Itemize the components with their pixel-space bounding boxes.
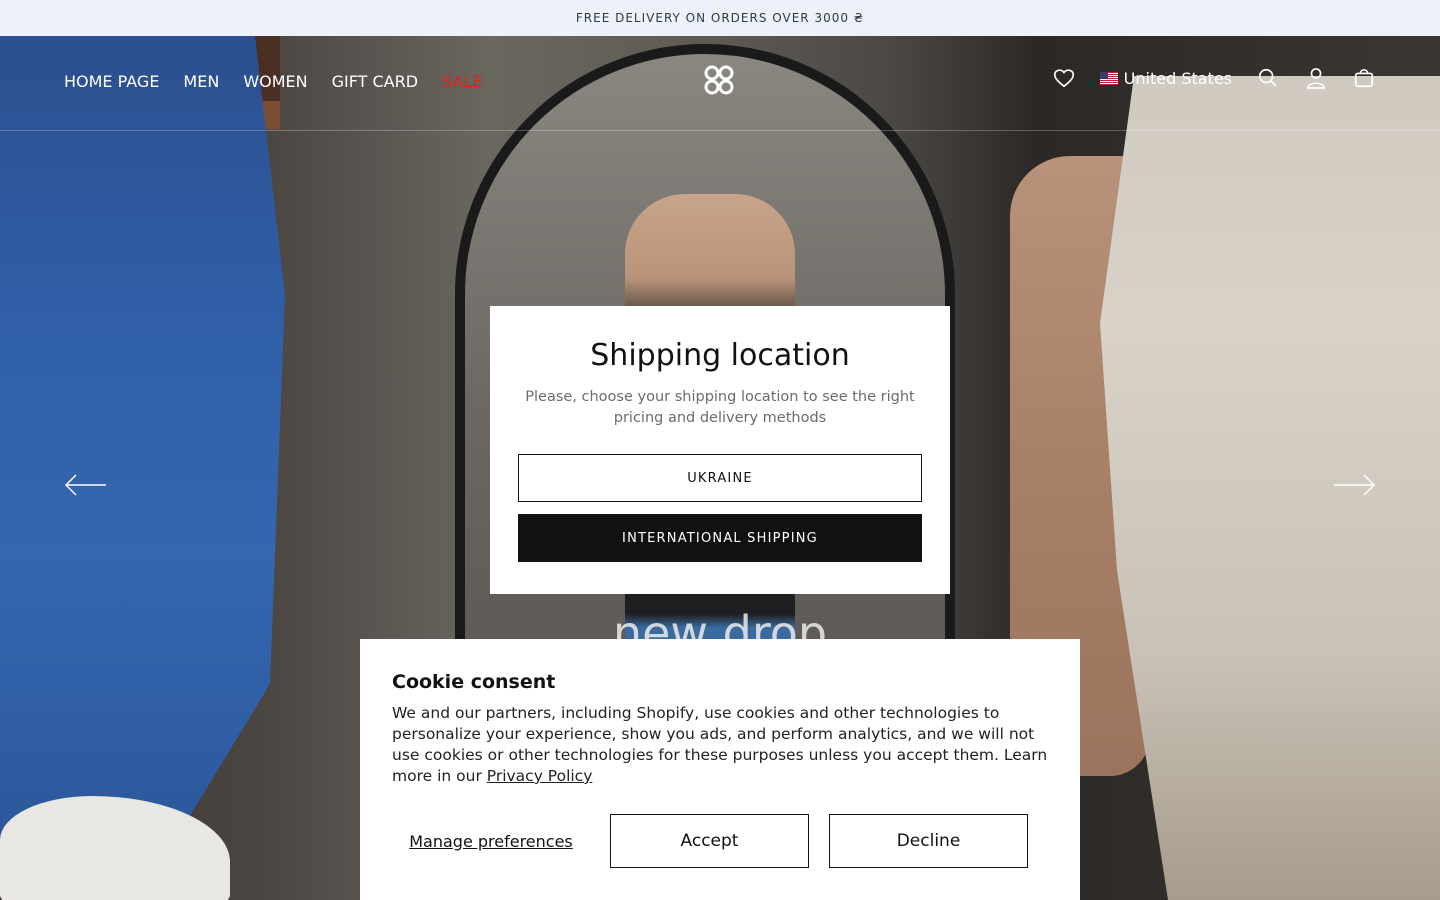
nav-home[interactable]: HOME PAGE xyxy=(64,72,159,91)
search-icon[interactable] xyxy=(1256,66,1280,90)
slide-prev-arrow[interactable] xyxy=(64,470,108,500)
brand-logo[interactable] xyxy=(703,64,735,96)
country-selector[interactable]: United States xyxy=(1099,68,1232,88)
announcement-bar: FREE DELIVERY ON ORDERS OVER 3000 ₴ xyxy=(0,0,1440,36)
cookie-actions: Manage preferences Accept Decline xyxy=(392,814,1028,868)
manage-preferences-button[interactable]: Manage preferences xyxy=(392,832,590,851)
arrow-right-icon xyxy=(1334,474,1376,496)
cookie-consent-banner: Cookie consent We and our partners, incl… xyxy=(360,639,1080,900)
ukraine-button[interactable]: UKRAINE xyxy=(518,454,922,502)
nav-sale[interactable]: SALE xyxy=(442,72,482,91)
cookie-text: We and our partners, including Shopify, … xyxy=(392,703,1048,787)
shipping-modal-title: Shipping location xyxy=(590,338,850,373)
nav-men[interactable]: MEN xyxy=(183,72,219,91)
accept-button[interactable]: Accept xyxy=(610,814,809,868)
country-label: United States xyxy=(1123,68,1232,88)
privacy-policy-link[interactable]: Privacy Policy xyxy=(487,767,593,785)
international-shipping-button[interactable]: INTERNATIONAL SHIPPING xyxy=(518,514,922,562)
us-flag-icon xyxy=(1099,71,1118,85)
shipping-location-modal: Shipping location Please, choose your sh… xyxy=(490,306,950,594)
hero-tank-top xyxy=(1100,76,1440,900)
arrow-left-icon xyxy=(64,474,106,496)
cookie-title: Cookie consent xyxy=(392,671,556,693)
header-actions: United States xyxy=(1052,66,1376,90)
announcement-text: FREE DELIVERY ON ORDERS OVER 3000 ₴ xyxy=(575,11,865,25)
nav-women[interactable]: WOMEN xyxy=(243,72,307,91)
hero-sneaker xyxy=(0,796,230,900)
decline-button[interactable]: Decline xyxy=(829,814,1028,868)
shipping-modal-description: Please, choose your shipping location to… xyxy=(525,389,915,426)
slide-next-arrow[interactable] xyxy=(1332,470,1376,500)
hero-jeans xyxy=(0,36,285,883)
bag-icon[interactable] xyxy=(1352,66,1376,90)
site-header: HOME PAGE MEN WOMEN GIFT CARD SALE Unite… xyxy=(0,36,1440,131)
account-icon[interactable] xyxy=(1304,66,1328,90)
heart-icon[interactable] xyxy=(1052,66,1076,90)
main-nav: HOME PAGE MEN WOMEN GIFT CARD SALE xyxy=(64,72,482,91)
logo-icon xyxy=(704,65,734,95)
nav-gift-card[interactable]: GIFT CARD xyxy=(332,72,418,91)
